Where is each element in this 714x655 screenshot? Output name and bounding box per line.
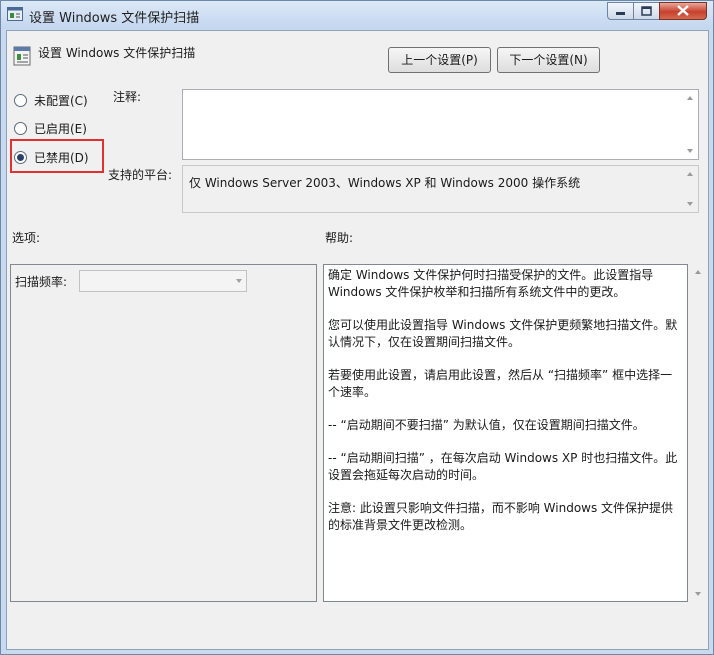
scroll-down-icon[interactable] [687,202,693,206]
options-section-label: 选项: [12,231,41,245]
policy-setting-icon [7,7,23,21]
close-button[interactable] [659,2,707,20]
setting-name: 设置 Windows 文件保护扫描 [38,46,196,60]
comment-scrollbar[interactable] [683,90,698,159]
platform-value: 仅 Windows Server 2003、Windows XP 和 Windo… [189,176,581,190]
maximize-icon [641,6,652,16]
scroll-down-icon[interactable] [695,592,701,596]
chevron-down-icon [236,279,242,283]
scroll-up-icon[interactable] [687,172,693,176]
comment-textbox[interactable] [182,89,699,160]
scroll-up-icon[interactable] [687,96,693,100]
help-scrollbar[interactable] [691,264,705,602]
scroll-up-icon[interactable] [695,270,701,274]
radio-enabled-label[interactable]: 已启用(E) [34,120,87,137]
previous-setting-button[interactable]: 上一个设置(P) [388,47,491,73]
help-paragraph: 若要使用此设置，请启用此设置，然后从 “扫描频率” 框中选择一个速率。 [328,368,673,399]
scan-frequency-dropdown[interactable] [79,270,247,292]
minimize-button[interactable] [607,2,634,20]
help-paragraph: 注意: 此设置只影响文件扫描，而不影响 Windows 文件保护提供的标准背景文… [328,501,674,532]
title-bar[interactable]: 设置 Windows 文件保护扫描 [1,1,713,29]
dialog-window: 设置 Windows 文件保护扫描 设置 Windows 文件保护扫描 上一个设… [0,0,714,655]
setting-document-icon [13,46,31,66]
help-paragraph: -- “启动期间扫描” ，在每次启动 Windows XP 时也扫描文件。此设置… [328,451,678,482]
radio-not-configured-label[interactable]: 未配置(C) [34,92,88,109]
scan-frequency-label: 扫描频率: [15,275,68,289]
scroll-down-icon[interactable] [687,149,693,153]
radio-not-configured-circle[interactable] [14,94,27,107]
help-panel: 确定 Windows 文件保护何时扫描受保护的文件。此设置指导 Windows … [323,264,688,602]
dialog-body: 设置 Windows 文件保护扫描 上一个设置(P) 下一个设置(N) 未配置(… [6,30,709,650]
radio-enabled-circle[interactable] [14,122,27,135]
help-paragraph: 您可以使用此设置指导 Windows 文件保护更频繁地扫描文件。默认情况下，仅在… [328,318,678,349]
window-title: 设置 Windows 文件保护扫描 [29,11,200,26]
platform-textbox: 仅 Windows Server 2003、Windows XP 和 Windo… [182,165,699,213]
help-text: 确定 Windows 文件保护何时扫描受保护的文件。此设置指导 Windows … [328,267,683,550]
minimize-icon [616,12,625,15]
selection-highlight-box [10,139,104,173]
help-section-label: 帮助: [325,231,354,245]
close-icon [677,5,689,16]
next-setting-button[interactable]: 下一个设置(N) [497,47,600,73]
help-paragraph: 确定 Windows 文件保护何时扫描受保护的文件。此设置指导 Windows … [328,268,654,299]
platform-scrollbar[interactable] [683,166,698,212]
help-paragraph: -- “启动期间不要扫描” 为默认值，仅在设置期间扫描文件。 [328,418,645,432]
comment-label: 注释: [113,90,142,104]
platform-label: 支持的平台: [108,168,173,182]
maximize-button[interactable] [633,2,660,20]
options-panel: 扫描频率: [10,264,317,602]
